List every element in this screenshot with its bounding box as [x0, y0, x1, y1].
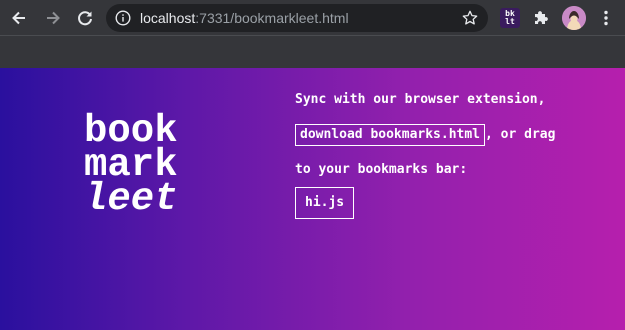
url-text[interactable]: localhost:7331/bookmarkleet.html: [140, 10, 349, 26]
address-bar[interactable]: localhost:7331/bookmarkleet.html: [106, 4, 488, 32]
profile-avatar[interactable]: [562, 6, 586, 30]
arrow-right-icon: [47, 11, 60, 25]
bookmarkleet-extension-button[interactable]: bk lt: [500, 8, 520, 28]
reload-icon: [78, 11, 92, 26]
bookmark-star-icon[interactable]: [462, 10, 478, 26]
more-menu-icon[interactable]: [596, 8, 616, 28]
instructions-line3: to your bookmarks bar:: [295, 162, 468, 177]
instructions-or-drag: , or drag: [485, 127, 556, 142]
browser-toolbar: localhost:7331/bookmarkleet.html bk lt: [0, 0, 625, 36]
bookmarkleet-logo: book mark leet: [84, 112, 214, 221]
info-icon[interactable]: [115, 10, 131, 26]
extension-badge-line2: lt: [505, 17, 515, 26]
arrow-left-icon: [12, 11, 25, 25]
back-button[interactable]: [6, 5, 32, 31]
avatar-icon: [562, 6, 586, 30]
forward-button[interactable]: [40, 5, 66, 31]
bookmarklet-hi-js[interactable]: hi.js: [295, 187, 355, 219]
instructions-line2: download bookmarks.html, or drag: [295, 117, 620, 152]
reload-button[interactable]: [72, 5, 98, 31]
url-host: localhost: [140, 10, 196, 26]
sync-instructions: Sync with our browser extension, downloa…: [295, 82, 620, 187]
instructions-line1: Sync with our browser extension,: [295, 92, 546, 107]
logo-line-leet: leet: [84, 177, 178, 221]
puzzle-icon[interactable]: [531, 8, 551, 28]
download-bookmarks-link[interactable]: download bookmarks.html: [295, 124, 486, 146]
page-content: book mark leet Sync with our browser ext…: [0, 68, 625, 330]
url-path: :7331/bookmarkleet.html: [195, 10, 349, 26]
